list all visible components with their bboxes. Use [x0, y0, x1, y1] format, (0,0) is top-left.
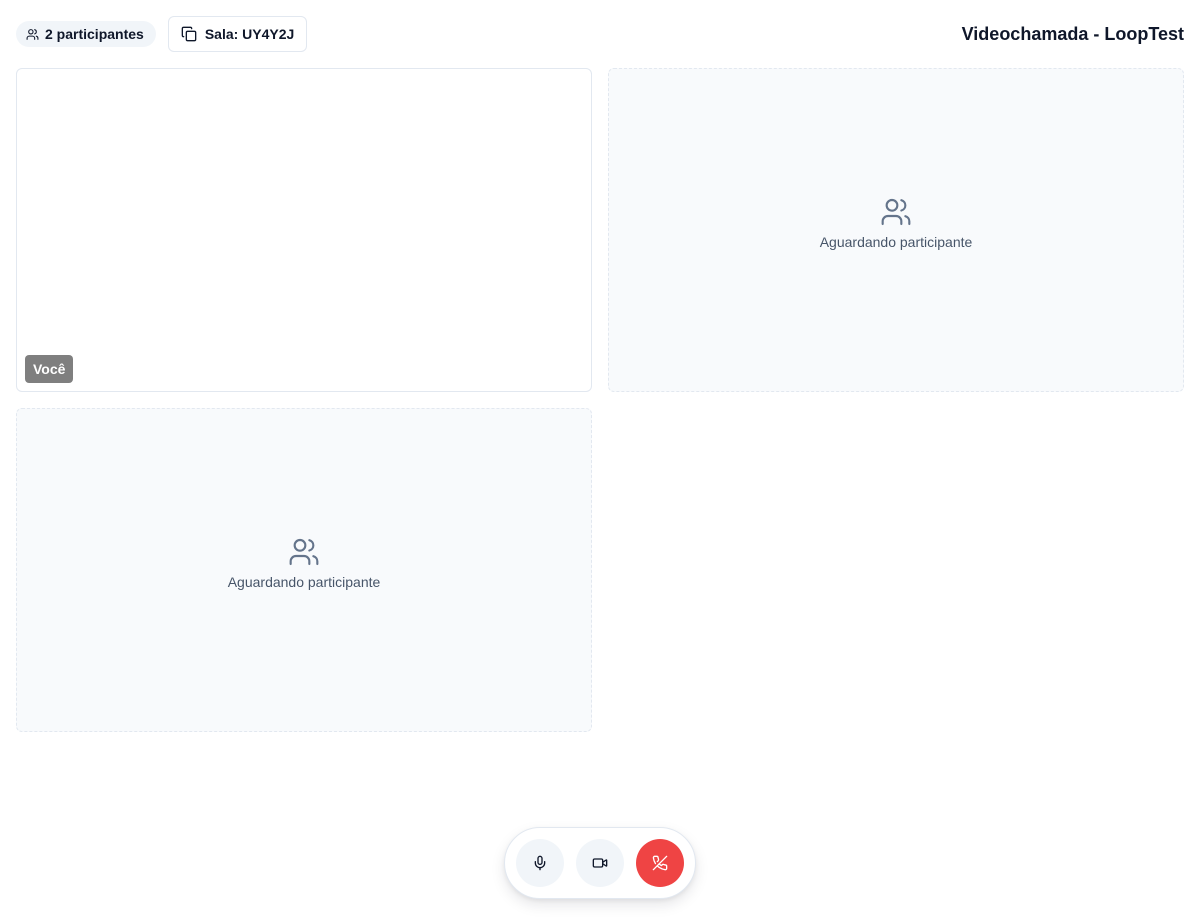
users-icon	[288, 536, 320, 568]
waiting-text: Aguardando participante	[819, 234, 973, 250]
room-code: Sala: UY4Y2J	[204, 26, 295, 42]
waiting-participant-tile: Aguardando participante	[608, 68, 1184, 392]
local-user-label: Você	[25, 355, 74, 383]
microphone-icon	[532, 855, 548, 871]
waiting-text: Aguardando participante	[227, 574, 381, 590]
local-video-tile: Você	[16, 68, 592, 392]
end-call-button[interactable]	[636, 839, 684, 887]
users-icon	[26, 28, 39, 41]
users-icon	[880, 196, 912, 228]
toggle-microphone-button[interactable]	[516, 839, 564, 887]
video-camera-icon	[592, 855, 608, 871]
header: 2 participantes Sala: UY4Y2J Videochamad…	[16, 16, 1184, 52]
participants-count: 2 participantes	[45, 26, 144, 42]
toggle-camera-button[interactable]	[576, 839, 624, 887]
copy-icon	[181, 26, 197, 42]
copy-room-button[interactable]: Sala: UY4Y2J	[167, 16, 308, 52]
phone-off-icon	[652, 855, 668, 871]
header-left: 2 participantes Sala: UY4Y2J	[16, 16, 308, 52]
participants-badge: 2 participantes	[16, 21, 156, 47]
page-title: Videochamada - LoopTest	[961, 23, 1184, 44]
waiting-participant-tile: Aguardando participante	[16, 408, 592, 732]
call-controls	[504, 827, 696, 899]
video-call-app: 2 participantes Sala: UY4Y2J Videochamad…	[0, 0, 1200, 924]
